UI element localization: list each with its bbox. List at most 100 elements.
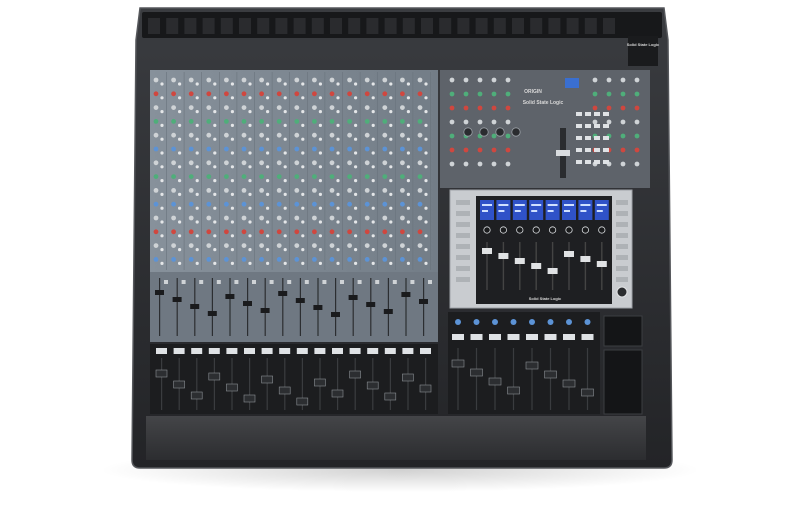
fader-slot xyxy=(586,348,589,410)
fader-cap-icon xyxy=(544,370,557,379)
rotary-knob-icon xyxy=(505,147,511,153)
rotary-knob-icon xyxy=(364,132,370,138)
rotary-knob-icon xyxy=(566,319,572,325)
rotary-knob-icon xyxy=(382,243,388,249)
rotary-knob-icon xyxy=(312,77,317,83)
rotary-knob-icon xyxy=(336,192,340,196)
fader-slot xyxy=(229,278,231,336)
rotary-knob-icon xyxy=(224,188,229,193)
rotary-knob-icon xyxy=(206,146,212,152)
rotary-knob-icon xyxy=(312,215,317,221)
button xyxy=(181,280,186,284)
rotary-knob-icon xyxy=(329,201,335,207)
rotary-knob-icon xyxy=(382,160,388,166)
button xyxy=(616,266,628,271)
rotary-knob-icon xyxy=(389,165,393,169)
fader-cap-icon xyxy=(331,312,340,317)
button xyxy=(173,348,185,354)
rotary-knob-icon xyxy=(532,226,540,234)
rotary-knob-icon xyxy=(188,174,194,180)
rotary-knob-icon xyxy=(259,188,264,193)
rotary-knob-icon xyxy=(213,248,217,252)
rotary-knob-icon xyxy=(301,248,305,252)
rotary-knob-icon xyxy=(449,119,455,125)
rotary-knob-icon xyxy=(153,188,159,193)
button xyxy=(199,280,204,284)
rotary-knob-icon xyxy=(301,192,305,196)
rotary-knob-icon xyxy=(259,132,264,138)
rotary-knob-icon xyxy=(400,215,405,221)
rotary-knob-icon xyxy=(511,127,521,137)
rotary-knob-icon xyxy=(364,215,370,221)
rotary-knob-icon xyxy=(371,123,375,127)
rotary-knob-icon xyxy=(371,165,375,169)
rotary-knob-icon xyxy=(417,77,423,83)
rotary-knob-icon xyxy=(153,201,159,207)
rotary-knob-icon xyxy=(276,91,282,97)
rotary-knob-icon xyxy=(266,248,270,252)
rotary-knob-icon xyxy=(248,82,252,86)
rotary-knob-icon xyxy=(259,146,264,152)
fader-cap-icon xyxy=(402,373,414,382)
rotary-knob-icon xyxy=(347,132,352,138)
fader-cap-icon xyxy=(155,290,164,295)
rotary-knob-icon xyxy=(301,96,305,100)
rotary-knob-icon xyxy=(382,119,388,124)
rotary-knob-icon xyxy=(354,82,358,86)
rotary-knob-icon xyxy=(336,261,340,265)
blank-panel-bottom xyxy=(603,349,643,415)
rotary-knob-icon xyxy=(318,179,322,183)
rotary-knob-icon xyxy=(294,201,300,207)
fader-cap-icon xyxy=(226,383,238,392)
fader-cap-icon xyxy=(384,392,397,401)
channel-strip-section xyxy=(150,70,438,272)
rotary-knob-icon xyxy=(620,119,626,125)
rotary-knob-icon xyxy=(153,105,159,110)
rotary-knob-icon xyxy=(371,234,375,238)
button xyxy=(340,280,344,284)
rotary-knob-icon xyxy=(565,226,573,234)
rotary-knob-icon xyxy=(634,119,640,125)
rotary-knob-icon xyxy=(336,137,340,141)
rotary-knob-icon xyxy=(634,91,640,97)
rotary-knob-icon xyxy=(336,151,340,155)
rotary-knob-icon xyxy=(424,192,428,196)
rotary-knob-icon xyxy=(318,165,322,169)
rotary-knob-icon xyxy=(178,123,182,127)
fader-slot xyxy=(282,278,284,336)
rotary-knob-icon xyxy=(276,160,282,166)
rotary-knob-icon xyxy=(389,137,393,141)
display-text-line xyxy=(596,204,607,206)
rotary-knob-icon xyxy=(382,215,388,221)
rotary-knob-icon xyxy=(382,132,388,138)
button xyxy=(191,348,203,354)
rotary-knob-icon xyxy=(400,160,405,166)
display-text-line xyxy=(482,210,488,212)
rotary-knob-icon xyxy=(230,206,234,210)
rotary-knob-icon xyxy=(301,151,305,155)
button xyxy=(603,124,609,128)
rotary-knob-icon xyxy=(153,243,159,249)
fader-cap-icon xyxy=(531,263,542,269)
rotary-knob-icon xyxy=(347,105,352,110)
button xyxy=(603,136,609,140)
fader-slot xyxy=(266,358,268,410)
rotary-knob-icon xyxy=(424,165,428,169)
meter-slot xyxy=(530,18,543,34)
button xyxy=(526,334,538,340)
fader-slot xyxy=(568,348,570,410)
rotary-knob-icon xyxy=(491,105,497,111)
button xyxy=(616,200,628,205)
rotary-knob-icon xyxy=(195,192,199,196)
rotary-knob-icon xyxy=(206,188,212,193)
rotary-knob-icon xyxy=(492,319,498,325)
rotary-knob-icon xyxy=(417,257,423,262)
rotary-knob-icon xyxy=(491,147,497,153)
button xyxy=(456,255,470,260)
rotary-knob-icon xyxy=(354,248,358,252)
rotary-knob-icon xyxy=(241,119,247,124)
rotary-knob-icon xyxy=(449,147,455,153)
rotary-knob-icon xyxy=(248,137,252,141)
rotary-knob-icon xyxy=(318,206,322,210)
rotary-knob-icon xyxy=(171,132,177,138)
